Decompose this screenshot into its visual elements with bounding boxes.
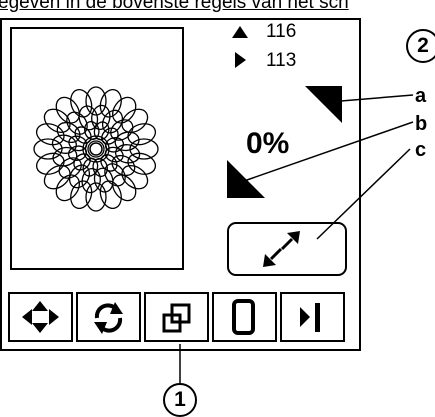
callout-a: a: [415, 85, 427, 107]
callout-lines: [179, 94, 414, 385]
callout-b: b: [415, 113, 428, 135]
callout-one: 1: [163, 383, 197, 417]
callout-two: 2: [406, 29, 435, 63]
callout-c: c: [415, 139, 427, 161]
